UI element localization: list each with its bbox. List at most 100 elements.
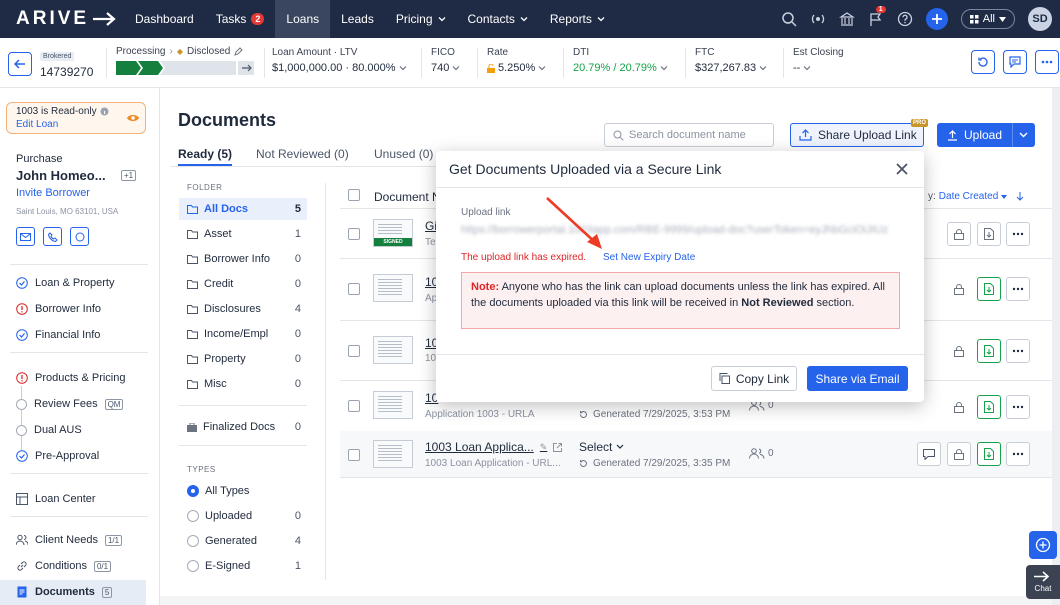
row-checkbox[interactable] (348, 283, 360, 295)
sidebar-item-borrower-info[interactable]: Borrower Info (16, 303, 101, 315)
flag-notification[interactable]: 1 (868, 6, 886, 27)
bank-icon[interactable] (838, 11, 855, 27)
upload-link-value[interactable]: https://borrowerportal.1003app.com/RBE-9… (461, 224, 901, 236)
comment-button[interactable] (917, 442, 941, 466)
nav-tasks[interactable]: Tasks 2 (205, 0, 276, 38)
tab-not-reviewed[interactable]: Not Reviewed (0) (256, 147, 349, 161)
folder-misc[interactable]: Misc 0 (179, 373, 307, 395)
row-checkbox[interactable] (348, 449, 360, 461)
type-uploaded[interactable]: Uploaded 0 (179, 505, 307, 527)
row-checkbox[interactable] (348, 345, 360, 357)
ftc-field[interactable]: FTC $327,267.83 (695, 47, 767, 74)
folder-borrower-info[interactable]: Borrower Info 0 (179, 248, 307, 270)
more-button[interactable] (1006, 339, 1030, 363)
nav-dashboard[interactable]: Dashboard (124, 0, 205, 38)
shared-users[interactable]: 0 (749, 448, 774, 459)
folder-finalized-docs[interactable]: Finalized Docs 0 (179, 416, 307, 438)
external-link-icon[interactable] (553, 442, 563, 452)
sidebar-item-products-pricing[interactable]: Products & Pricing (16, 372, 125, 384)
user-avatar[interactable]: SD (1028, 7, 1052, 31)
type-e-signed[interactable]: E-Signed 1 (179, 555, 307, 577)
more-options-button[interactable] (1035, 50, 1059, 74)
scope-selector[interactable]: All (960, 9, 1015, 29)
table-row[interactable]: 1003 Loan Applica... ✎ 1003 Loan Applicat… (340, 431, 1052, 477)
lock-button[interactable] (947, 339, 971, 363)
close-icon[interactable] (896, 163, 908, 175)
type-all-types[interactable]: All Types (179, 480, 307, 502)
sidebar-item-client-needs[interactable]: Client Needs 1/1 (16, 534, 123, 546)
download-button[interactable] (977, 339, 1001, 363)
edit-name-icon[interactable]: ✎ (540, 442, 548, 453)
folder-disclosures[interactable]: Disclosures 4 (179, 298, 307, 320)
more-button[interactable] (1006, 395, 1030, 419)
eye-icon[interactable] (127, 113, 139, 123)
lock-button[interactable] (947, 395, 971, 419)
nav-pricing[interactable]: Pricing (385, 0, 457, 38)
sort-control[interactable]: y: Date Created (928, 191, 1024, 202)
sidebar-item-financial-info[interactable]: Financial Info (16, 329, 100, 341)
tab-unused[interactable]: Unused (0) (374, 147, 433, 161)
tab-ready[interactable]: Ready (5) (178, 147, 232, 161)
download-button[interactable] (977, 277, 1001, 301)
nav-contacts[interactable]: Contacts (457, 0, 539, 38)
text-contact-button[interactable] (70, 227, 89, 246)
folder-asset[interactable]: Asset 1 (179, 223, 307, 245)
lock-button[interactable] (947, 442, 971, 466)
arive-logo[interactable]: ARIVE (0, 8, 124, 30)
status-select[interactable]: Select (579, 440, 624, 454)
document-thumbnail[interactable]: SIGNED (373, 219, 413, 247)
sort-arrow-icon[interactable] (1016, 192, 1024, 201)
chat-button[interactable]: Chat (1026, 565, 1060, 599)
sidebar-item-pre-approval[interactable]: Pre-Approval (16, 450, 99, 462)
set-new-expiry-link[interactable]: Set New Expiry Date (603, 252, 695, 263)
lock-button[interactable] (947, 222, 971, 246)
more-button[interactable] (1006, 442, 1030, 466)
nav-reports[interactable]: Reports (539, 0, 616, 38)
back-button[interactable] (8, 52, 32, 76)
extra-borrowers-badge[interactable]: +1 (121, 170, 137, 181)
folder-all-docs[interactable]: All Docs 5 (179, 198, 307, 220)
sidebar-item-conditions[interactable]: Conditions 0/1 (16, 560, 112, 572)
nav-leads[interactable]: Leads (330, 0, 385, 38)
sidebar-item-review-fees[interactable]: Review Fees QM (16, 398, 124, 410)
more-button[interactable] (1006, 277, 1030, 301)
fico-field[interactable]: FICO 740 (431, 47, 460, 74)
borrower-name[interactable]: John Homeo... (16, 168, 106, 183)
floating-add-button[interactable] (1029, 531, 1057, 559)
folder-credit[interactable]: Credit 0 (179, 273, 307, 295)
dti-field[interactable]: DTI 20.79% / 20.79% (573, 47, 668, 74)
share-upload-link-button[interactable]: Share Upload Link (790, 123, 924, 147)
copy-link-button[interactable]: Copy Link (711, 366, 797, 391)
help-icon[interactable] (897, 11, 913, 27)
chevron-down-icon[interactable] (1019, 132, 1028, 138)
document-name[interactable]: 1003 Loan Applica... (425, 440, 534, 454)
edit-loan-link[interactable]: Edit Loan (16, 119, 136, 130)
download-button[interactable] (977, 395, 1001, 419)
sidebar-item-loan-property[interactable]: Loan & Property (16, 277, 115, 289)
document-thumbnail[interactable] (373, 274, 413, 302)
sidebar-item-loan-center[interactable]: Loan Center (16, 493, 96, 505)
broadcast-icon[interactable] (810, 11, 826, 27)
nav-loans[interactable]: Loans (275, 0, 331, 38)
select-all-checkbox[interactable] (348, 189, 360, 201)
row-checkbox[interactable] (348, 400, 360, 412)
type-generated[interactable]: Generated 4 (179, 530, 307, 552)
loan-amount-field[interactable]: Loan Amount · LTV $1,000,000.00 · 80.000… (272, 47, 407, 74)
row-checkbox[interactable] (348, 228, 360, 240)
sidebar-item-documents[interactable]: Documents 5 (16, 586, 113, 598)
upload-button[interactable]: Upload (937, 123, 1035, 147)
more-button[interactable] (1006, 222, 1030, 246)
folder-income-employment[interactable]: Income/Empl 0 (179, 323, 307, 345)
share-via-email-button[interactable]: Share via Email (807, 366, 908, 391)
document-thumbnail[interactable] (373, 391, 413, 419)
document-thumbnail[interactable] (373, 440, 413, 468)
column-document-name[interactable]: Document N (374, 190, 441, 204)
folder-property[interactable]: Property 0 (179, 348, 307, 370)
document-search-input[interactable]: Search document name (604, 123, 774, 147)
sidebar-item-dual-aus[interactable]: Dual AUS (16, 424, 82, 436)
pencil-icon[interactable] (234, 47, 244, 56)
invite-borrower-link[interactable]: Invite Borrower (16, 187, 90, 199)
rate-field[interactable]: Rate 5.250% (487, 47, 546, 74)
refresh-button[interactable] (971, 50, 995, 74)
messages-button[interactable] (1003, 50, 1027, 74)
